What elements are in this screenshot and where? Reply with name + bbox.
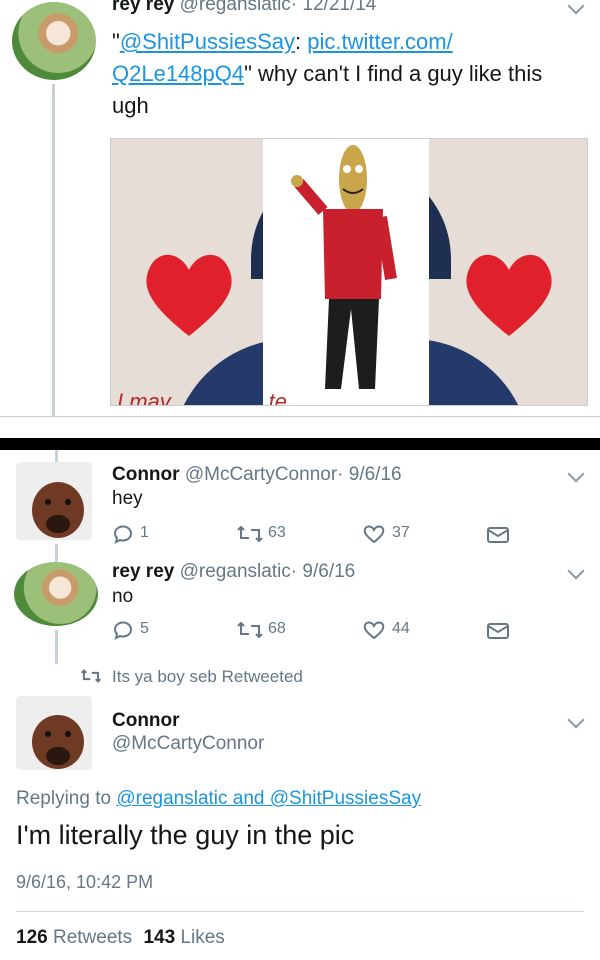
- retweets-label[interactable]: Retweets: [53, 927, 132, 948]
- replying-to-links[interactable]: @reganslatic and @ShitPussiesSay: [116, 788, 421, 809]
- retweet-icon: [80, 669, 102, 683]
- tweet-text: I'm literally the guy in the pic: [16, 820, 355, 850]
- author-handle[interactable]: @reganslatic: [180, 561, 291, 582]
- author-handle[interactable]: @McCartyConnor: [185, 464, 337, 485]
- tweet-image[interactable]: I may ... ... ... ...te: [110, 138, 588, 406]
- tweet-text: "@ShitPussiesSay: pic.twitter.com/ Q2Le1…: [112, 29, 543, 118]
- mention-link[interactable]: @ShitPussiesSay: [120, 29, 295, 54]
- reply-icon[interactable]: [112, 524, 134, 544]
- replying-to: Replying to @reganslatic and @ShitPussie…: [16, 788, 422, 809]
- chevron-down-icon[interactable]: [567, 562, 585, 580]
- retweet-icon[interactable]: [236, 620, 264, 640]
- engagement-stats: 126 Retweets 143 Likes: [16, 927, 225, 949]
- like-icon[interactable]: [362, 524, 386, 544]
- tweet-date[interactable]: · 12/21/14: [291, 0, 377, 15]
- like-icon[interactable]: [362, 620, 386, 640]
- likes-count[interactable]: 143: [143, 927, 175, 948]
- like-count: 37: [392, 524, 410, 541]
- author-handle[interactable]: @reganslatic: [180, 0, 291, 15]
- chevron-down-icon[interactable]: [567, 0, 585, 15]
- message-icon[interactable]: [486, 622, 510, 640]
- screenshot-separator: [0, 438, 600, 450]
- author-name[interactable]: Connor: [112, 464, 180, 485]
- avatar[interactable]: [12, 2, 96, 80]
- image-caption: I may ... ... ... ...te: [117, 389, 287, 406]
- author-name[interactable]: rey rey: [112, 561, 174, 582]
- tweet-date[interactable]: · 9/6/16: [291, 561, 355, 582]
- character-cutout: [263, 139, 429, 405]
- thread-line: [55, 544, 58, 564]
- heart-icon: [466, 254, 552, 336]
- retweet-notice[interactable]: Its ya boy seb Retweeted: [112, 667, 303, 687]
- timestamp[interactable]: 9/6/16, 10:42 PM: [16, 872, 153, 893]
- chevron-down-icon[interactable]: [567, 465, 585, 483]
- reply-icon[interactable]: [112, 620, 134, 640]
- divider: [0, 416, 600, 417]
- thread-line: [55, 630, 58, 664]
- avatar[interactable]: [16, 696, 92, 770]
- retweet-icon[interactable]: [236, 524, 264, 544]
- author-handle[interactable]: @McCartyConnor: [112, 733, 264, 755]
- retweets-count[interactable]: 126: [16, 927, 48, 948]
- message-icon[interactable]: [486, 526, 510, 544]
- tweet-text: hey: [112, 488, 143, 509]
- author-name[interactable]: rey rey: [112, 0, 174, 15]
- avatar[interactable]: [14, 562, 98, 626]
- retweet-count: 63: [268, 524, 286, 541]
- likes-label[interactable]: Likes: [180, 927, 224, 948]
- like-count: 44: [392, 620, 410, 637]
- tweet-date[interactable]: · 9/6/16: [337, 464, 401, 485]
- chevron-down-icon[interactable]: [567, 711, 585, 729]
- retweet-count: 68: [268, 620, 286, 637]
- reply-count: 1: [140, 524, 149, 541]
- author-name[interactable]: Connor: [112, 710, 180, 732]
- tweet-text: no: [112, 586, 134, 607]
- heart-icon: [146, 254, 232, 336]
- avatar[interactable]: [16, 462, 92, 540]
- divider: [16, 911, 584, 912]
- thread-line: [52, 84, 55, 416]
- reply-count: 5: [140, 620, 149, 637]
